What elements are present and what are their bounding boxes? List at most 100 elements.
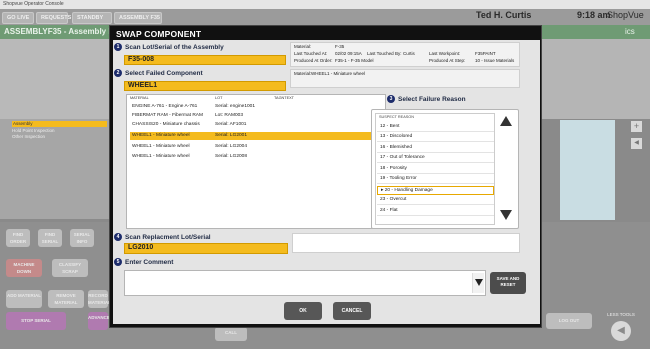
step5-number: 5 bbox=[114, 258, 122, 266]
window-title: Shopvue Operator Console bbox=[0, 0, 650, 9]
machine-down-button[interactable]: MACHINE DOWN bbox=[6, 259, 42, 277]
reason-item[interactable]: 18 - Porosity bbox=[377, 165, 494, 174]
info-label: Last Touched By: bbox=[367, 51, 402, 56]
classify-scrap-button[interactable]: CLASSIFY SCRAP bbox=[52, 259, 88, 277]
reason-item[interactable]: 19 - Tooling Error bbox=[377, 175, 494, 184]
reason-list-header: SUSPECT REASON bbox=[379, 115, 414, 119]
row-lot: Serial: LG2004 bbox=[215, 144, 247, 149]
step2-label: Select Failed Component bbox=[125, 69, 203, 77]
table-row[interactable]: ENGINE A-761 - Engine A-761 Serial: engi… bbox=[130, 103, 385, 111]
failure-reason-list: SUSPECT REASON 12 - Bent 13 - Discolored… bbox=[375, 113, 495, 225]
assembly-tab-button[interactable]: ASSEMBLY F35 bbox=[114, 12, 162, 24]
info-label: Last Workpoint: bbox=[429, 51, 461, 56]
step1-number: 1 bbox=[114, 43, 122, 51]
row-material: WHEEL1 - Miniature wheel bbox=[132, 154, 190, 159]
inspection-panel: Assembly Hold Point Inspection Other Ins… bbox=[0, 119, 109, 219]
row-material: WHEEL1 - Miniature wheel bbox=[132, 133, 190, 138]
step4-heading: 4 Scan Replacment Lot/Serial bbox=[114, 233, 211, 241]
step3-heading: 3 Select Failure Reason bbox=[387, 95, 466, 103]
column-header: LOT bbox=[215, 96, 223, 100]
row-lot: Lot: RAM003 bbox=[215, 113, 243, 118]
row-lot: Serial: LG2001 bbox=[215, 133, 247, 138]
reason-item[interactable]: 16 - Blemished bbox=[377, 144, 494, 153]
info-label: Material: bbox=[294, 44, 312, 49]
column-header: TAGNTEXT bbox=[274, 96, 294, 100]
info-label: Produced At Step: bbox=[429, 58, 466, 63]
scroll-down-icon[interactable] bbox=[500, 210, 512, 220]
scroll-up-icon[interactable] bbox=[500, 116, 512, 126]
info-label: Produced At Order: bbox=[294, 58, 333, 63]
comment-input[interactable] bbox=[124, 270, 486, 296]
components-table: MATERIAL LOT TAGNTEXT ENGINE A-761 - Eng… bbox=[126, 94, 386, 229]
inspection-item[interactable]: Assembly bbox=[12, 121, 107, 127]
info-value: WHEEL1 - Miniature wheel bbox=[311, 71, 366, 76]
column-header: MATERIAL bbox=[130, 96, 149, 100]
save-and-reset-button[interactable]: SAVE AND RESET bbox=[490, 272, 526, 294]
serial-list-panel bbox=[0, 39, 109, 119]
reason-item[interactable]: 23 - Overcut bbox=[377, 196, 494, 205]
requests-button[interactable]: REQUESTS bbox=[36, 12, 71, 24]
info-value: F35-1 - F-35 Model bbox=[335, 58, 374, 63]
table-row[interactable]: WHEEL1 - Miniature wheel Serial: LG2004 bbox=[130, 143, 385, 151]
find-order-button[interactable]: FIND ORDER bbox=[6, 229, 30, 247]
standby-button[interactable]: STANDBY bbox=[72, 12, 112, 24]
call-button[interactable]: CALL bbox=[215, 327, 247, 341]
row-material: ENGINE A-761 - Engine A-761 bbox=[132, 104, 198, 109]
inspection-item[interactable]: Other Inspection bbox=[12, 134, 45, 139]
info-value: F35PAINT bbox=[475, 51, 496, 56]
step4-label: Scan Replacment Lot/Serial bbox=[125, 233, 211, 241]
clock-time: 9:18 am bbox=[577, 10, 611, 20]
add-material-button[interactable]: ADD MATERIAL bbox=[6, 290, 42, 308]
metrics-panel bbox=[542, 39, 650, 119]
workcenter-title: ASSEMBLYF35 - Assembly F bbox=[4, 27, 114, 36]
info-value: F-35 bbox=[335, 44, 345, 49]
reason-item[interactable]: 13 - Discolored bbox=[377, 133, 494, 142]
user-name: Ted H. Curtis bbox=[476, 10, 532, 20]
metrics-chart bbox=[560, 120, 615, 220]
info-label: Last Touched At: bbox=[294, 51, 328, 56]
reason-item[interactable]: 24 - Flat bbox=[377, 207, 494, 216]
info-value: Curtis bbox=[403, 51, 415, 56]
zoom-in-icon[interactable]: + bbox=[631, 121, 642, 132]
serial-info-button[interactable]: SERIAL INFO bbox=[70, 229, 94, 247]
reason-item-selected[interactable]: ▸ 20 - Handling Damage bbox=[377, 186, 494, 195]
inspection-item[interactable]: Hold Point Inspection bbox=[12, 128, 55, 133]
info-label: Material: bbox=[294, 71, 312, 76]
table-row[interactable]: FIBERMAT RAM - Fibermat RAM Lot: RAM003 bbox=[130, 112, 385, 120]
step2-number: 2 bbox=[114, 69, 122, 77]
log-out-button[interactable]: LOG OUT bbox=[546, 313, 592, 329]
step1-heading: 1 Scan Lot/Serial of the Assembly bbox=[114, 43, 224, 51]
step5-heading: 5 Enter Comment bbox=[114, 258, 173, 266]
advance-button[interactable]: ADVANCE bbox=[88, 312, 110, 330]
table-row[interactable]: CHASSIS20 - Miniature chassis Serial: AF… bbox=[130, 121, 385, 129]
reason-item[interactable]: 17 - Out of Tolerance bbox=[377, 154, 494, 163]
replacement-serial-input[interactable]: LG2010 bbox=[124, 243, 288, 254]
failed-component-input[interactable]: WHEEL1 bbox=[124, 81, 286, 91]
less-tools-icon[interactable]: ◀ bbox=[611, 321, 631, 341]
step2-heading: 2 Select Failed Component bbox=[114, 69, 203, 77]
metrics-header: ics bbox=[625, 27, 635, 36]
record-material-button[interactable]: RECORD MATERIAL bbox=[88, 290, 111, 308]
table-row[interactable]: WHEEL1 - Miniature wheel Serial: LG2008 bbox=[130, 153, 385, 161]
less-tools-label: LESS TOOLS bbox=[607, 312, 635, 317]
chevron-down-icon bbox=[475, 279, 483, 286]
assembly-serial-input[interactable]: F35-008 bbox=[124, 55, 286, 65]
stop-serial-button[interactable]: STOP SERIAL bbox=[6, 312, 66, 330]
find-serial-button[interactable]: FIND SERIAL bbox=[38, 229, 62, 247]
collapse-icon[interactable]: ◀ bbox=[631, 138, 642, 149]
go-live-button[interactable]: GO LIVE bbox=[2, 12, 34, 24]
step5-label: Enter Comment bbox=[125, 258, 174, 266]
row-material: WHEEL1 - Miniature wheel bbox=[132, 144, 190, 149]
assembly-info-panel: Material: F-35 Last Touched At: 02/02 09… bbox=[290, 42, 520, 67]
comment-dropdown[interactable] bbox=[472, 273, 484, 293]
table-row-selected[interactable]: WHEEL1 - Miniature wheel Serial: LG2001 bbox=[130, 132, 385, 140]
brand-logo: ShopVue bbox=[607, 10, 644, 20]
dialog-title: SWAP COMPONENT bbox=[116, 29, 202, 39]
ok-button[interactable]: OK bbox=[284, 302, 322, 320]
replacement-info-panel bbox=[292, 233, 520, 253]
cancel-button[interactable]: CANCEL bbox=[333, 302, 371, 320]
remove-material-button[interactable]: REMOVE MATERIAL bbox=[48, 290, 84, 308]
info-value: 10 - Issue Materials bbox=[475, 58, 515, 63]
row-lot: Serial: AF1001 bbox=[215, 122, 247, 127]
reason-item[interactable]: 12 - Bent bbox=[377, 123, 494, 132]
